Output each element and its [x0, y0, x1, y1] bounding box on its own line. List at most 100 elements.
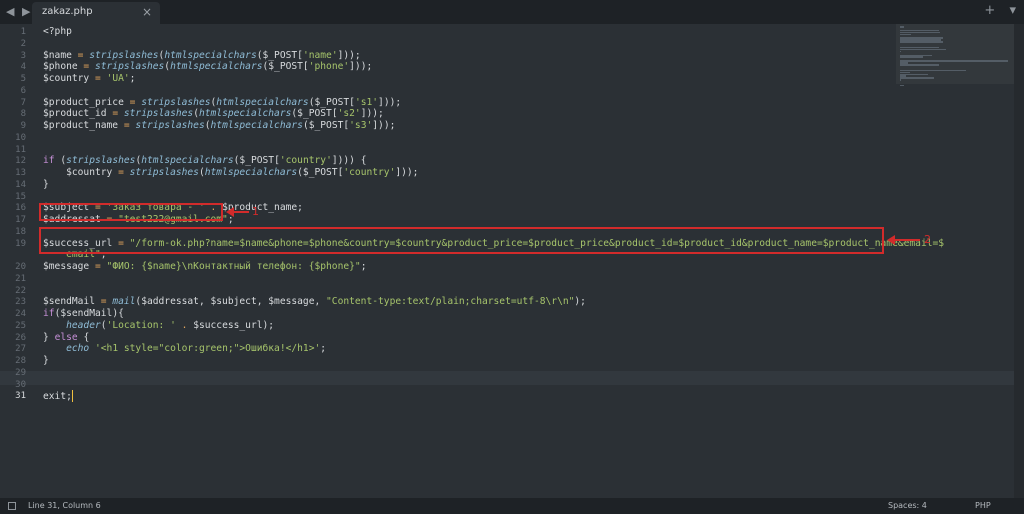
- code-token: htmlspecialchars: [210, 120, 303, 131]
- code-token: }: [43, 331, 55, 343]
- code-line[interactable]: $product_price = stripslashes(htmlspecia…: [43, 97, 401, 109]
- code-line[interactable]: $product_name = stripslashes(htmlspecial…: [43, 120, 395, 132]
- code-line[interactable]: $name = stripslashes(htmlspecialchars($_…: [43, 50, 361, 62]
- line-number: 12: [15, 156, 26, 167]
- minimap-line: [900, 33, 912, 36]
- code-token: }: [43, 355, 49, 366]
- code-token: =: [94, 296, 113, 308]
- line-number: 5: [20, 74, 26, 84]
- code-token: ]));: [395, 167, 419, 178]
- text-cursor: [71, 390, 73, 403]
- line-number: 8: [20, 109, 26, 120]
- code-line[interactable]: $product_id = stripslashes(htmlspecialch…: [43, 108, 384, 120]
- code-token: stripslashes: [141, 96, 211, 108]
- cursor-position[interactable]: Line 31, Column 6: [28, 501, 101, 510]
- line-number: 13: [15, 168, 26, 178]
- annotation-label-2: 2: [924, 233, 931, 246]
- code-token: mail: [112, 296, 136, 308]
- code-token: "Content-type:text/plain;charset=utf-8\r…: [326, 296, 575, 308]
- add-tab-icon[interactable]: +: [984, 3, 995, 18]
- indentation-setting[interactable]: Spaces: 4: [888, 501, 927, 510]
- line-number: 31: [15, 391, 26, 402]
- code-line[interactable]: $country = 'UA';: [43, 73, 135, 85]
- code-line[interactable]: if($sendMail){: [43, 308, 124, 320]
- code-token: $product_id: [43, 108, 107, 120]
- code-token: exit: [43, 391, 67, 403]
- code-line[interactable]: }: [43, 355, 49, 367]
- code-line[interactable]: <?php: [43, 26, 72, 38]
- code-token: stripslashes: [123, 108, 194, 120]
- annotation-arrow-1: [233, 211, 249, 213]
- minimap-line: [900, 84, 904, 87]
- minimap-line: [900, 41, 943, 43]
- code-line[interactable]: exit;: [43, 390, 73, 403]
- tab-actions: + ▾: [974, 3, 1016, 18]
- chevron-down-icon[interactable]: ▾: [1009, 3, 1016, 18]
- close-icon[interactable]: ×: [142, 5, 152, 19]
- syntax-language[interactable]: PHP: [975, 501, 991, 510]
- code-line[interactable]: } else {: [43, 332, 89, 344]
- annotation-label-1: 1: [252, 205, 259, 218]
- code-token: ]));: [378, 96, 402, 108]
- code-token: htmlspecialchars: [141, 155, 234, 167]
- annotation-arrow-2: [894, 239, 920, 241]
- minimap-line: [900, 64, 940, 66]
- code-token: ($_POST[: [233, 155, 280, 167]
- code-token: $country: [43, 167, 113, 178]
- code-token: );: [574, 296, 586, 308]
- code-token: 'phone': [308, 61, 350, 73]
- code-token: .: [175, 319, 194, 331]
- active-line-highlight: [0, 371, 1024, 385]
- line-number: 14: [15, 179, 26, 190]
- code-token: stripslashes: [94, 61, 165, 73]
- code-token: =: [71, 49, 90, 61]
- code-token: =: [112, 167, 130, 178]
- minimap[interactable]: [896, 24, 1014, 498]
- code-token: ;: [320, 343, 327, 355]
- code-token: ($_POST[: [297, 167, 344, 178]
- code-line[interactable]: $country = stripslashes(htmlspecialchars…: [43, 167, 418, 179]
- minimap-line: [900, 50, 901, 53]
- code-token: ]));: [349, 61, 373, 73]
- vertical-scrollbar[interactable]: [1014, 24, 1024, 498]
- code-token: htmlspecialchars: [204, 167, 298, 178]
- code-token: htmlspecialchars: [170, 61, 263, 73]
- line-number: 2: [20, 38, 26, 49]
- code-token: $name: [43, 49, 72, 61]
- line-number: 20: [15, 262, 26, 272]
- tab-zakaz-php[interactable]: zakaz.php ×: [32, 2, 160, 24]
- code-token: 'country': [343, 167, 396, 178]
- tab-bar: ◀ ▶ zakaz.php × + ▾: [0, 0, 1024, 24]
- line-number: 30: [15, 379, 26, 390]
- code-line[interactable]: }: [43, 179, 49, 191]
- code-line[interactable]: echo '<h1 style="color:green;">Ошибка!</…: [43, 343, 326, 355]
- panel-toggle-icon[interactable]: [8, 502, 16, 510]
- code-token: ($_POST[: [308, 96, 355, 108]
- code-token: stripslashes: [66, 155, 136, 167]
- code-line[interactable]: if (stripslashes(htmlspecialchars($_POST…: [43, 155, 367, 167]
- minimap-line: [900, 26, 904, 28]
- line-number: 10: [15, 132, 26, 143]
- code-token: $country: [43, 73, 90, 84]
- code-token: =: [123, 96, 142, 108]
- code-token: ]));: [360, 108, 384, 120]
- code-token: 'UA': [106, 73, 130, 84]
- line-number: 23: [15, 297, 26, 308]
- code-token: ;: [129, 73, 136, 84]
- minimap-line: [900, 60, 1008, 62]
- line-number: 7: [20, 97, 26, 108]
- code-token: '<h1 style="color:green;">Ошибка!</h1>': [95, 343, 321, 355]
- code-token: $success_url);: [193, 319, 275, 331]
- code-line[interactable]: $message = "ФИО: {$name}\nКонтактный тел…: [43, 261, 366, 273]
- code-token: 's2': [337, 108, 361, 120]
- code-token: $message: [43, 261, 90, 272]
- tab-nav-arrows-icon[interactable]: ◀ ▶: [6, 5, 32, 18]
- code-token: ]))) {: [331, 155, 367, 167]
- line-number: 9: [20, 121, 26, 131]
- line-number: 15: [15, 191, 26, 202]
- code-line[interactable]: $sendMail = mail($addressat, $subject, $…: [43, 296, 586, 308]
- code-token: {: [77, 331, 90, 343]
- line-number: 27: [15, 344, 26, 355]
- code-line[interactable]: header('Location: ' . $success_url);: [43, 320, 274, 332]
- code-line[interactable]: $phone = stripslashes(htmlspecialchars($…: [43, 61, 372, 73]
